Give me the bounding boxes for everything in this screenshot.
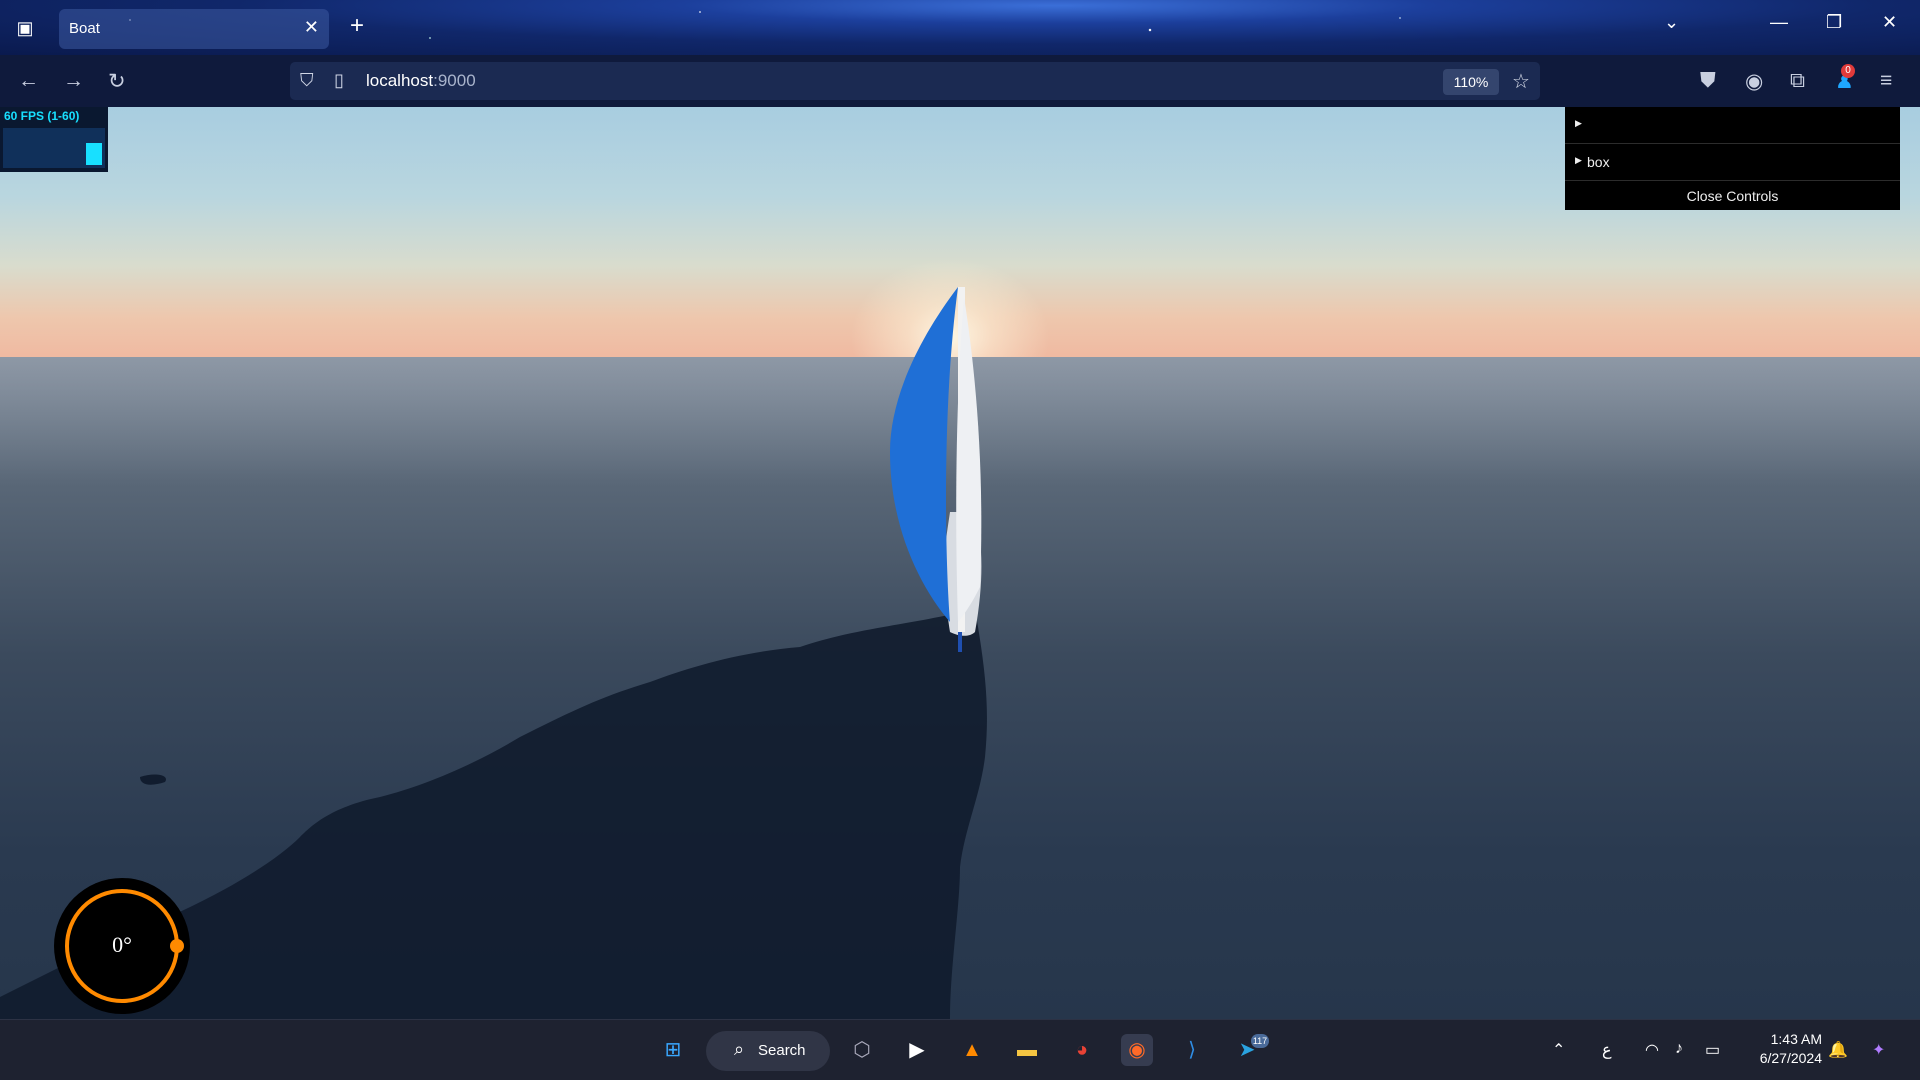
search-icon: ⌕ — [734, 1039, 745, 1059]
tab-title: Boat — [69, 20, 100, 37]
wifi-icon[interactable]: ◠ — [1645, 1040, 1659, 1060]
fps-label: 60 FPS (1-60) — [4, 109, 80, 123]
folder-expand-icon: ▶ — [1575, 155, 1582, 165]
folder-expand-icon: ▶ — [1575, 118, 1582, 128]
volume-icon[interactable]: ♪ — [1675, 1040, 1683, 1058]
url-port: :9000 — [433, 71, 476, 90]
battery-icon[interactable]: ▭ — [1705, 1040, 1720, 1060]
gui-folder-1[interactable]: ▶ — [1565, 107, 1900, 144]
new-tab-button[interactable]: + — [350, 12, 364, 40]
boat-scene-canvas[interactable]: 60 FPS (1-60) ▶ ▶ box Close Controls 0° — [0, 107, 1920, 1019]
fps-graph-bar — [86, 143, 102, 165]
clock-date: 6/27/2024 — [1759, 1050, 1822, 1066]
boat-shadow-fragment — [140, 774, 166, 785]
tab-overview-icon[interactable]: ▣ — [12, 15, 38, 41]
boat-keel — [958, 632, 962, 652]
heading-compass[interactable]: 0° — [54, 878, 190, 1014]
scene-objects — [0, 287, 987, 1019]
gui-folder-box[interactable]: ▶ box — [1565, 144, 1900, 181]
telegram-unread-badge: 117 — [1251, 1034, 1269, 1048]
close-window-icon[interactable]: ✕ — [1882, 12, 1897, 33]
back-icon[interactable]: ← — [18, 69, 39, 93]
taskbar-search-label: Search — [758, 1042, 806, 1059]
gui-folder-box-label: box — [1587, 154, 1610, 170]
show-hidden-icons-icon[interactable]: ⌃ — [1552, 1040, 1565, 1060]
tab-bar: ▣ Boat ✕ + ⌄ — ❐ ✕ — [0, 0, 1920, 55]
url-text[interactable]: localhost:9000 — [366, 71, 476, 91]
pocket-icon[interactable]: ⛊ — [1700, 69, 1716, 93]
restore-icon[interactable]: ❐ — [1826, 12, 1842, 33]
vscode-icon[interactable]: ⟩ — [1176, 1034, 1208, 1066]
zoom-level-button[interactable]: 110% — [1443, 69, 1499, 95]
address-bar[interactable]: ⛉ ▯ localhost:9000 110% ☆ — [290, 62, 1540, 100]
firefox-icon[interactable]: ◉ — [1121, 1034, 1153, 1066]
navigation-toolbar: ← → ↻ ⛉ ▯ localhost:9000 110% ☆ ⛊ ◉ ⧉ ♟ … — [0, 55, 1920, 107]
account-icon[interactable]: ◉ — [1745, 69, 1763, 94]
input-language-indicator[interactable]: ع — [1602, 1040, 1612, 1060]
minimize-icon[interactable]: — — [1770, 12, 1788, 33]
bookmark-star-icon[interactable]: ☆ — [1512, 69, 1530, 94]
file-explorer-icon[interactable]: ▬ — [1011, 1034, 1043, 1066]
tab-boat[interactable]: Boat ✕ — [59, 9, 329, 49]
vlc-icon[interactable]: ▲ — [956, 1034, 988, 1066]
clock-time: 1:43 AM — [1770, 1031, 1822, 1047]
media-player-icon[interactable]: ▶ — [901, 1034, 933, 1066]
fps-graph — [3, 128, 105, 168]
reload-icon[interactable]: ↻ — [108, 69, 126, 94]
fps-stats-panel[interactable]: 60 FPS (1-60) — [0, 107, 108, 172]
start-icon[interactable]: ⊞ — [657, 1034, 689, 1066]
tab-close-icon[interactable]: ✕ — [304, 17, 319, 38]
windows-taskbar: ⊞ ⌕ Search ⬡ ▶ ▲ ▬ ◕ ◉ ⟩ ➤ 117 ⌃ ع ◠ ♪ ▭… — [0, 1019, 1920, 1080]
shield-icon[interactable]: ⛉ — [300, 70, 314, 91]
notification-badge: 0 — [1841, 64, 1855, 78]
task-view-icon[interactable]: ⬡ — [846, 1034, 878, 1066]
forward-icon[interactable]: → — [63, 69, 84, 93]
system-clock[interactable]: 1:43 AM 6/27/2024 — [1740, 1030, 1822, 1068]
compass-heading-value: 0° — [112, 932, 132, 957]
close-controls-button[interactable]: Close Controls — [1565, 183, 1900, 210]
url-host: localhost — [366, 71, 434, 90]
list-all-tabs-icon[interactable]: ⌄ — [1664, 12, 1679, 33]
page-icon[interactable]: ▯ — [334, 70, 344, 91]
copilot-icon[interactable]: ✦ — [1872, 1040, 1885, 1060]
dat-gui-panel: ▶ ▶ box Close Controls — [1565, 107, 1900, 210]
taskbar-search[interactable]: ⌕ Search — [706, 1031, 830, 1071]
chrome-icon[interactable]: ◕ — [1066, 1034, 1098, 1066]
notifications-bell-icon[interactable]: 🔔 — [1828, 1040, 1848, 1060]
menu-icon[interactable]: ≡ — [1880, 69, 1892, 93]
extensions-icon[interactable]: ⧉ — [1790, 69, 1805, 93]
